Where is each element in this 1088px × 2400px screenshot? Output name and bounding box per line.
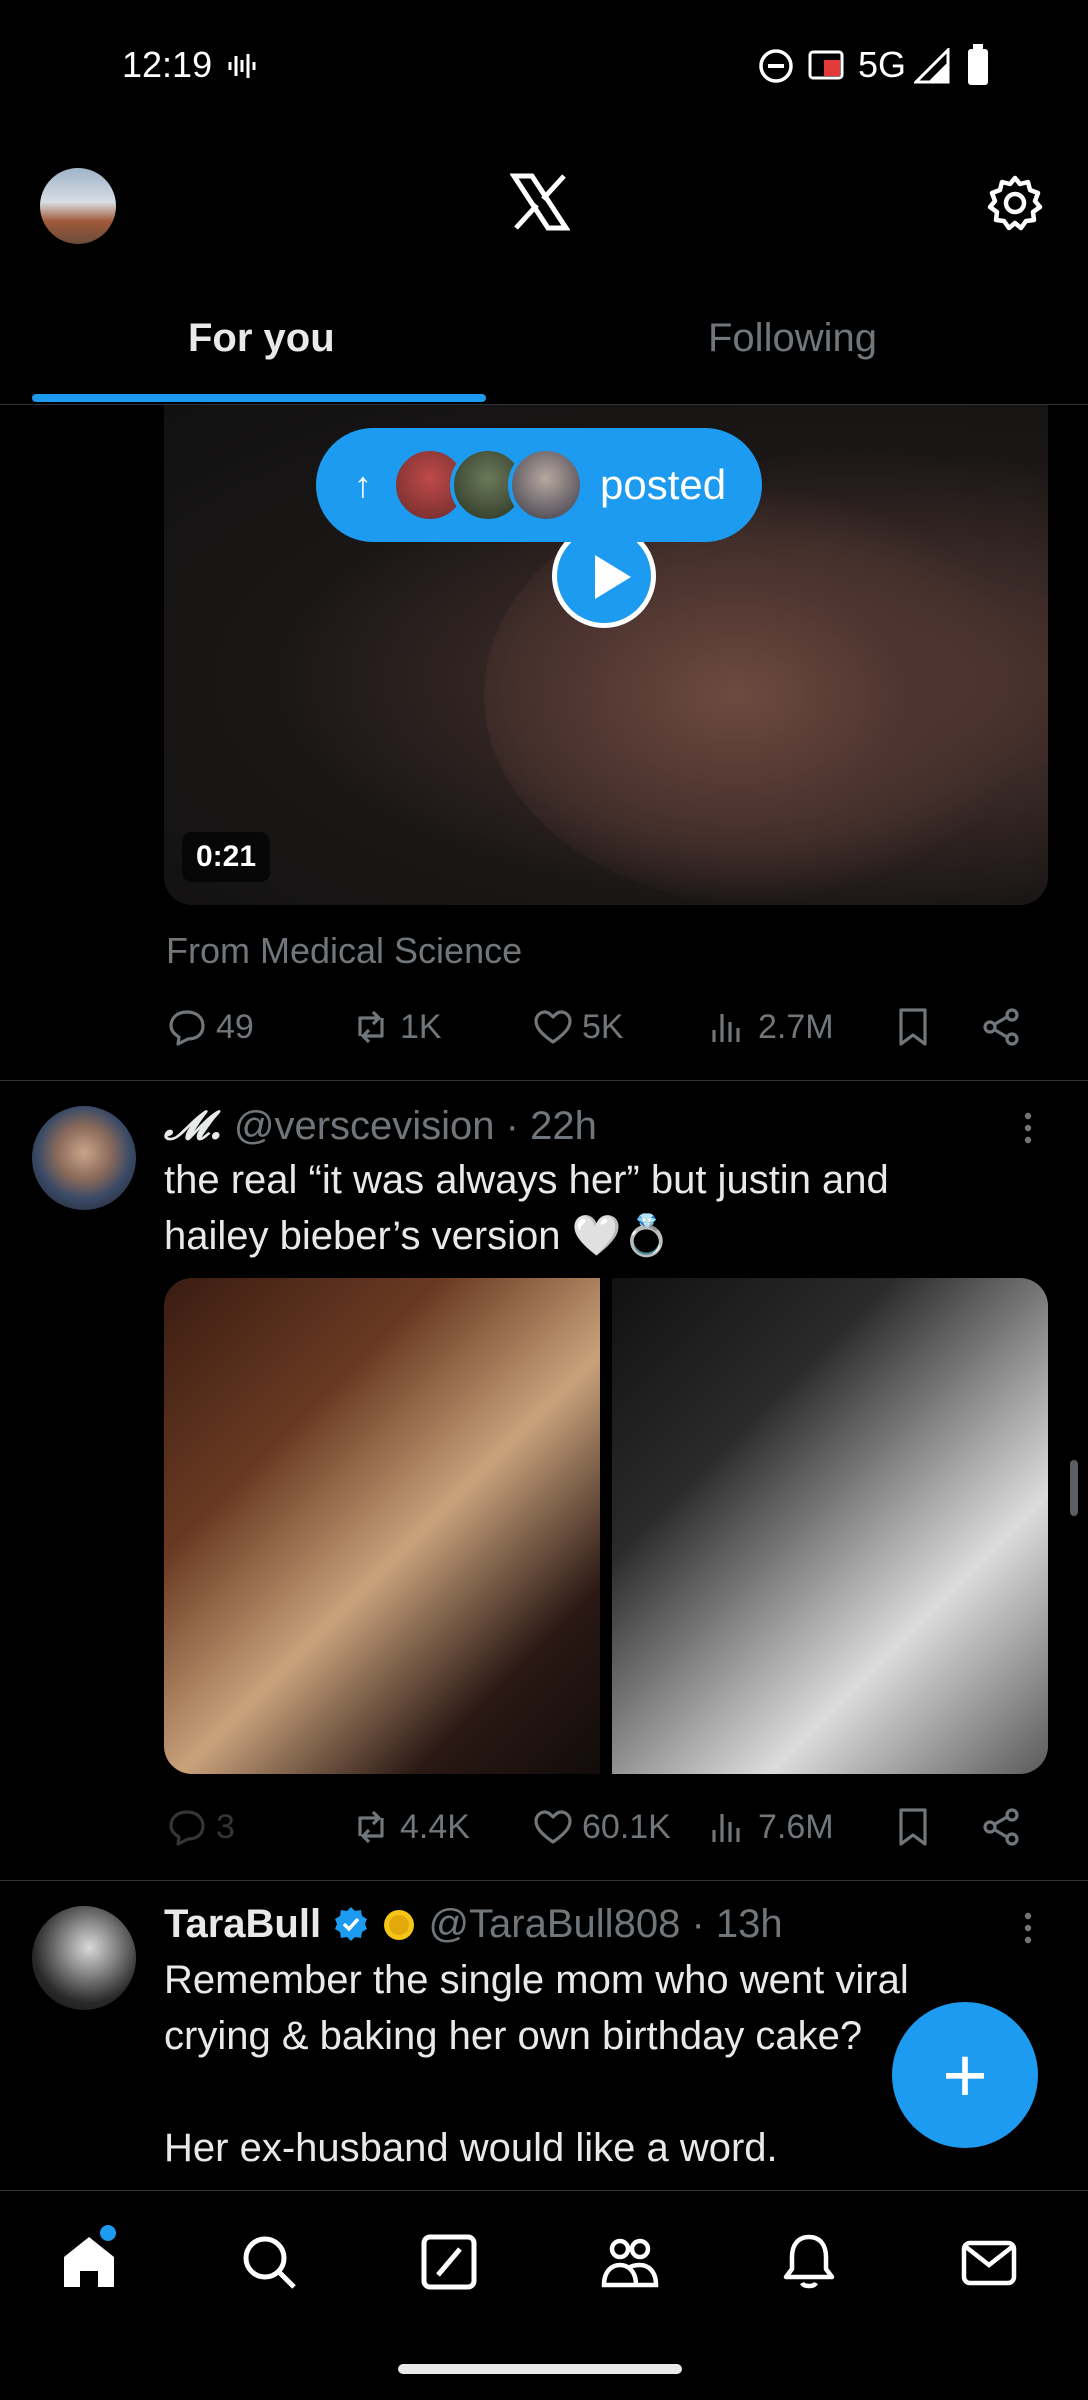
post-time: · 13h [691,1902,783,1946]
notifications-icon[interactable] [778,2231,840,2293]
verified-badge-icon [335,1907,368,1941]
more-icon[interactable] [1008,1108,1048,1148]
tweet-text-line: hailey bieber’s version 🤍💍 [164,1214,672,1258]
repost-icon [358,1810,384,1844]
do-not-disturb-icon [759,49,793,83]
x-logo-icon [510,173,570,231]
share-icon[interactable] [980,1806,1022,1848]
author-avatar[interactable] [32,1906,136,2010]
compose-plus-icon: + [942,2031,988,2119]
repost-count: 4.4K [400,1807,470,1846]
scrollbar-thumb[interactable] [1070,1460,1078,1516]
tweet-photo[interactable] [164,1278,600,1774]
home-notification-dot [100,2225,116,2241]
tweet-text: the real “it was always her” but justin … [164,1152,1024,1264]
author-avatar[interactable] [32,1106,136,1210]
search-icon[interactable] [238,2231,300,2293]
repost-button[interactable]: 1K [350,1006,442,1048]
repost-count: 1K [400,1007,442,1046]
views-button[interactable]: 2.7M [708,1006,834,1048]
views-icon [712,1814,740,1842]
sound-wave-icon [228,54,256,78]
posted-label: posted [600,461,727,508]
post-divider [0,1880,1088,1881]
arrow-up-icon: ↑ [354,464,372,505]
reply-icon [169,1010,205,1046]
tweet-header: 𝓜. @verscevision · 22h [164,1102,597,1149]
tweet-text-line: the real “it was always her” but justin … [164,1158,889,1202]
tweet-header: TaraBull @TaraBull808 · 13h [164,1902,783,1947]
like-count: 5K [582,1007,624,1046]
reply-count: 3 [216,1807,235,1846]
share-icon[interactable] [980,1006,1022,1048]
reply-button[interactable]: 49 [166,1006,254,1048]
gesture-home-indicator[interactable] [398,2364,682,2374]
author-handle[interactable]: @verscevision [234,1104,495,1148]
compose-button[interactable]: + [892,2002,1038,2148]
views-button[interactable]: 7.6M [708,1806,834,1848]
tweet-photo[interactable] [612,1278,1048,1774]
more-icon[interactable] [1008,1908,1048,1948]
repost-icon [358,1010,384,1044]
signal-icon [914,48,950,84]
tab-active-indicator [32,394,486,402]
profile-avatar[interactable] [40,168,116,244]
like-icon [534,1810,572,1844]
views-icon [712,1014,740,1042]
author-name[interactable]: TaraBull [164,1902,321,1946]
repost-button[interactable]: 4.4K [350,1806,470,1848]
video-source[interactable]: From Medical Science [166,930,522,972]
views-count: 7.6M [758,1807,834,1846]
cast-icon [808,50,844,80]
author-name[interactable]: 𝓜. [164,1102,223,1149]
post-time: · 22h [505,1104,597,1148]
bottom-navigation [0,2190,1088,2361]
post-actions: 49 1K 5K 2.7M [0,1000,1088,1056]
tab-following[interactable]: Following [708,316,877,361]
views-count: 2.7M [758,1007,834,1046]
like-count: 60.1K [582,1807,671,1846]
messages-icon[interactable] [958,2231,1020,2293]
tab-for-you[interactable]: For you [188,316,335,361]
like-button[interactable]: 60.1K [532,1806,671,1848]
like-icon [534,1010,572,1044]
battery-icon [968,44,988,85]
reply-button[interactable]: 3 [166,1806,235,1848]
poster-avatar [508,447,584,523]
like-button[interactable]: 5K [532,1006,624,1048]
post-divider [0,1080,1088,1081]
reply-count: 49 [216,1007,254,1046]
reply-icon [169,1810,205,1846]
author-handle[interactable]: @TaraBull808 [428,1902,680,1946]
new-posts-pill[interactable]: ↑ posted [316,428,762,542]
tweet-text-line: Remember the single mom who went viral [164,1958,909,2002]
communities-icon[interactable] [598,2231,660,2293]
bookmark-icon[interactable] [892,1806,934,1848]
status-bar: 12:19 5G [0,0,1088,130]
bookmark-icon[interactable] [892,1006,934,1048]
emoji-badge-icon [384,1910,415,1940]
grok-icon[interactable] [418,2231,480,2293]
settings-gear-icon[interactable] [986,174,1044,232]
network-label: 5G [858,44,907,85]
status-time: 12:19 [122,44,213,85]
video-duration: 0:21 [182,832,271,882]
post-actions: 3 4.4K 60.1K 7.6M [0,1800,1088,1856]
